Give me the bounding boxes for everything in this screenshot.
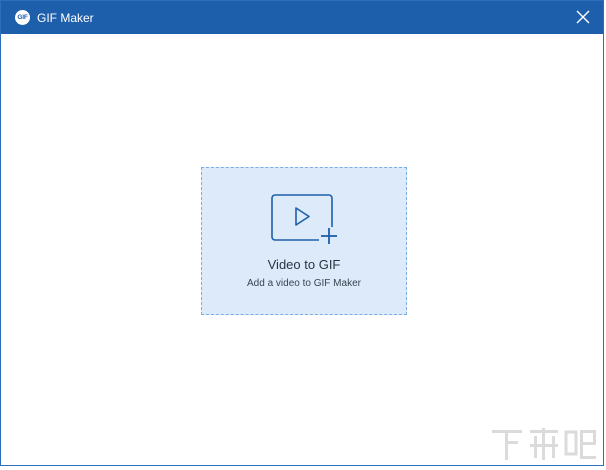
- add-video-icon: [271, 194, 339, 245]
- window-title: GIF Maker: [37, 10, 94, 25]
- watermark-logo: [490, 426, 598, 464]
- gif-maker-window: GIF GIF Maker Video to GIF Add a video t…: [0, 0, 604, 466]
- close-icon: [576, 10, 590, 24]
- gif-logo-icon: GIF: [15, 10, 30, 25]
- close-button[interactable]: [575, 9, 591, 25]
- gif-logo-text: GIF: [17, 14, 28, 21]
- title-bar: GIF GIF Maker: [1, 1, 603, 34]
- add-video-dropzone[interactable]: Video to GIF Add a video to GIF Maker: [201, 167, 407, 315]
- dropzone-subtitle: Add a video to GIF Maker: [247, 278, 361, 289]
- dropzone-title: Video to GIF: [267, 257, 341, 272]
